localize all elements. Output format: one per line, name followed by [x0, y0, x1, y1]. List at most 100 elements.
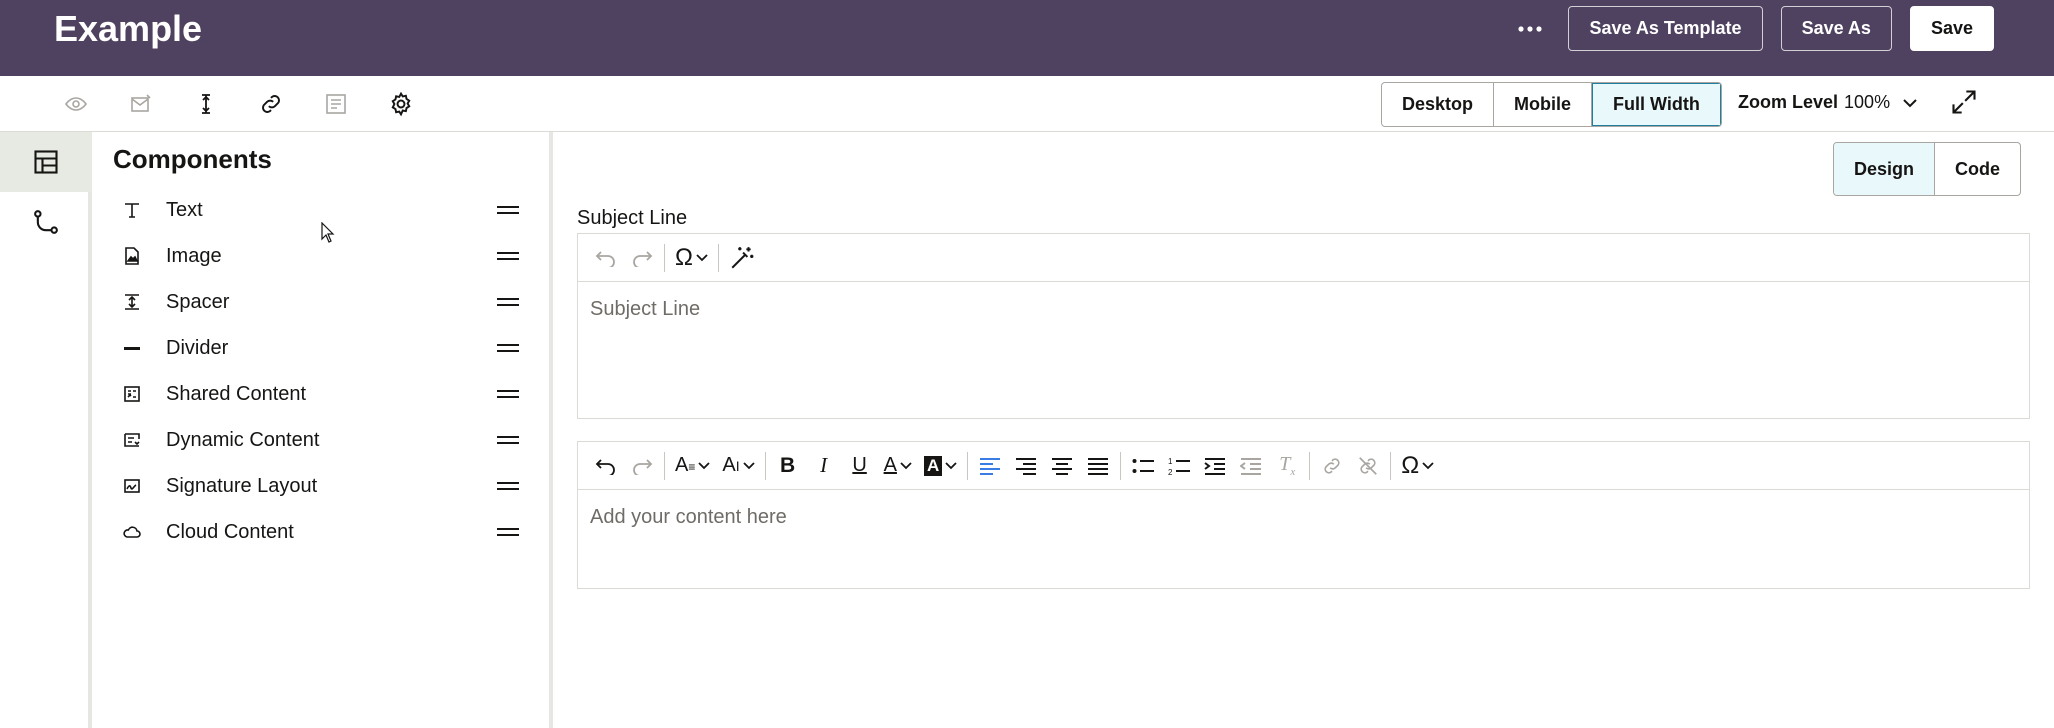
drag-handle-icon[interactable]	[497, 342, 519, 354]
save-as-button[interactable]: Save As	[1780, 6, 1892, 51]
content-input[interactable]: Add your content here	[578, 490, 2029, 545]
bold-icon[interactable]: B	[770, 448, 806, 484]
toolbar-separator	[1120, 451, 1122, 480]
component-divider[interactable]: Divider	[96, 325, 549, 371]
zoom-value: 100%	[1844, 92, 1891, 112]
bullet-list-icon[interactable]	[1125, 448, 1161, 484]
align-right-icon[interactable]	[1008, 448, 1044, 484]
drag-handle-icon[interactable]	[497, 480, 519, 492]
subject-editor: Ω Subject Line	[577, 233, 2030, 419]
app-header: Example Save As Template Save As Save	[0, 0, 2054, 76]
header-actions: Save As Template Save As Save	[1510, 6, 1994, 51]
italic-icon[interactable]: I	[806, 448, 842, 484]
spacer-icon	[122, 292, 142, 312]
flow-rail-button[interactable]	[0, 192, 92, 252]
component-label: Signature Layout	[166, 474, 318, 497]
signature-icon	[122, 476, 142, 496]
text-color-button[interactable]: A	[878, 448, 918, 484]
more-options-button[interactable]	[1510, 7, 1550, 51]
tool-icons	[58, 86, 419, 122]
outdent-icon[interactable]	[1233, 448, 1269, 484]
redo-icon[interactable]	[624, 240, 660, 276]
component-signature-layout[interactable]: Signature Layout	[96, 463, 549, 509]
toolbar-separator	[764, 451, 766, 480]
chevron-down-icon	[698, 461, 710, 469]
chevron-down-icon	[945, 461, 957, 469]
dynamic-content-icon	[122, 430, 142, 450]
editor-mode-group: Design Code	[1833, 142, 2022, 196]
component-spacer[interactable]: Spacer	[96, 279, 549, 325]
save-as-template-button[interactable]: Save As Template	[1568, 6, 1763, 51]
chevron-down-icon	[1902, 98, 1918, 108]
font-size-icon: AI	[722, 454, 740, 476]
component-dynamic-content[interactable]: Dynamic Content	[96, 417, 549, 463]
save-button[interactable]: Save	[1909, 6, 1994, 51]
zoom-dropdown[interactable]: Zoom Level 100%	[1738, 92, 1918, 113]
chevron-down-icon	[900, 461, 912, 469]
eye-icon[interactable]	[58, 86, 94, 122]
drag-handle-icon[interactable]	[497, 204, 519, 216]
omega-icon: Ω	[675, 243, 693, 271]
drag-handle-icon[interactable]	[497, 526, 519, 538]
component-label: Dynamic Content	[166, 428, 320, 451]
font-size-button[interactable]: AI	[716, 448, 760, 484]
drag-handle-icon[interactable]	[497, 250, 519, 262]
align-justify-icon[interactable]	[1080, 448, 1116, 484]
toolbar-separator	[664, 451, 665, 480]
toolbar-separator	[967, 451, 969, 480]
shared-content-icon	[122, 384, 142, 404]
special-character-button[interactable]: Ω	[669, 240, 714, 276]
drag-handle-icon[interactable]	[497, 388, 519, 400]
layout-rail-button[interactable]	[0, 132, 92, 192]
app-title: Example	[54, 8, 203, 49]
font-family-button[interactable]: A≡	[669, 448, 716, 484]
subject-line-label: Subject Line	[577, 207, 688, 229]
magic-wand-icon[interactable]	[723, 240, 761, 276]
mail-icon[interactable]	[123, 86, 159, 122]
desktop-view-button[interactable]: Desktop	[1382, 83, 1495, 126]
divider-icon	[122, 338, 142, 358]
toolbar-separator	[664, 243, 665, 272]
indent-icon[interactable]	[1197, 448, 1233, 484]
zoom-label: Zoom Level	[1738, 92, 1839, 112]
link-icon[interactable]	[1314, 448, 1350, 484]
component-cloud-content[interactable]: Cloud Content	[96, 509, 549, 555]
list-icon[interactable]	[318, 86, 354, 122]
mobile-view-button[interactable]: Mobile	[1494, 83, 1593, 126]
undo-icon[interactable]	[588, 448, 624, 484]
clear-formatting-icon[interactable]: Tx	[1269, 448, 1305, 484]
code-mode-button[interactable]: Code	[1935, 143, 2020, 195]
component-label: Shared Content	[166, 382, 307, 405]
link-icon[interactable]	[253, 86, 289, 122]
redo-icon[interactable]	[624, 448, 660, 484]
text-color-icon: A	[883, 454, 897, 476]
gear-icon[interactable]	[383, 86, 419, 122]
component-label: Image	[166, 244, 222, 267]
drag-handle-icon[interactable]	[497, 434, 519, 446]
design-mode-button[interactable]: Design	[1834, 143, 1936, 195]
full-width-view-button[interactable]: Full Width	[1592, 83, 1721, 126]
subject-line-input[interactable]: Subject Line	[578, 282, 2029, 337]
toolbar-separator	[1390, 451, 1392, 480]
highlight-color-button[interactable]: A	[918, 448, 963, 484]
components-title: Components	[113, 144, 272, 174]
expand-icon[interactable]	[1950, 88, 1982, 120]
special-character-button[interactable]: Ω	[1395, 448, 1440, 484]
component-label: Text	[166, 198, 203, 221]
numbered-list-icon[interactable]: 12	[1161, 448, 1197, 484]
drag-handle-icon[interactable]	[497, 296, 519, 308]
component-shared-content[interactable]: Shared Content	[96, 371, 549, 417]
layout-icon	[32, 148, 60, 176]
undo-icon[interactable]	[588, 240, 624, 276]
component-label: Spacer	[166, 290, 230, 313]
image-icon	[122, 246, 142, 266]
svg-text:1: 1	[1168, 457, 1173, 466]
unlink-icon[interactable]	[1350, 448, 1386, 484]
editor-toolbar: Desktop Mobile Full Width Zoom Level 100…	[0, 76, 2054, 132]
view-mode-group: Desktop Mobile Full Width	[1381, 82, 1722, 127]
align-center-icon[interactable]	[1044, 448, 1080, 484]
text-cursor-icon[interactable]	[188, 86, 224, 122]
align-left-icon[interactable]	[972, 448, 1008, 484]
chevron-down-icon	[742, 461, 755, 469]
underline-icon[interactable]: U	[842, 448, 878, 484]
